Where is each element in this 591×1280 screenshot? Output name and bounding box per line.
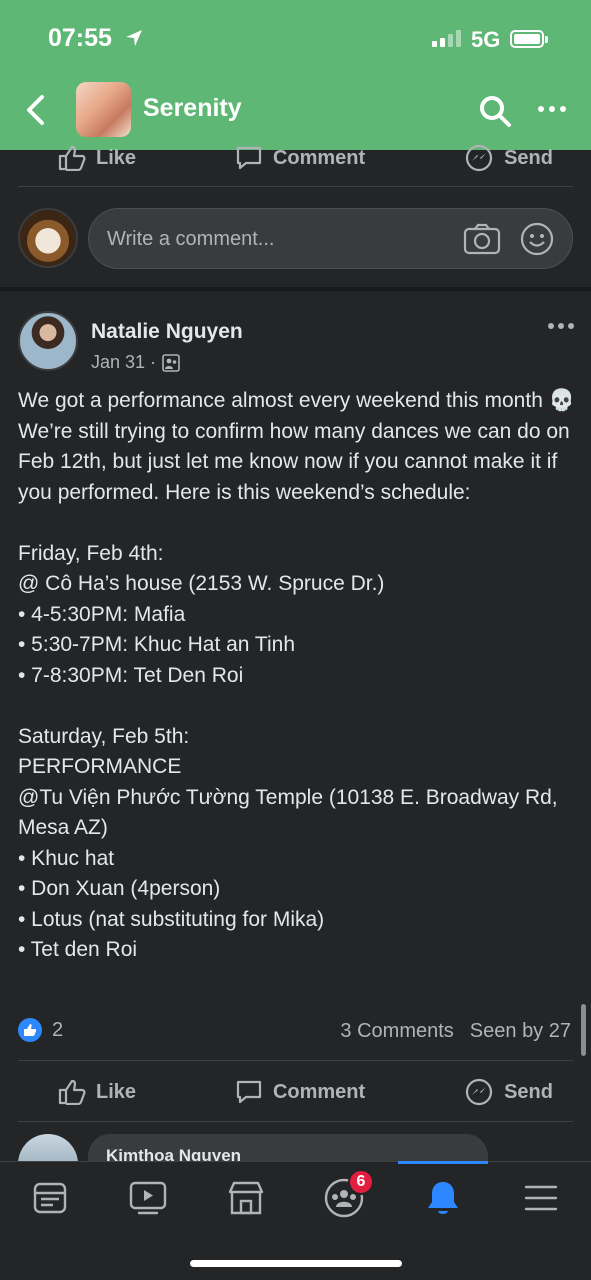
divider: [18, 1121, 573, 1122]
search-icon[interactable]: [478, 94, 512, 128]
video-play-icon: [129, 1181, 167, 1215]
post-stats: 3 Comments Seen by 27: [340, 1020, 571, 1043]
reaction-summary[interactable]: 2: [18, 1018, 63, 1042]
comment-placeholder: Write a comment...: [107, 228, 275, 250]
cellular-signal-icon: [432, 30, 461, 47]
post-actions: Like Comment Send: [18, 1077, 573, 1107]
comment-bubble-icon: [236, 146, 262, 170]
like-label: Like: [96, 1080, 137, 1103]
send-label: Send: [504, 146, 553, 169]
feed-icon: [33, 1182, 67, 1214]
send-button[interactable]: Send: [464, 1077, 553, 1107]
more-options-icon[interactable]: [538, 106, 566, 112]
comment-bubble-icon: [236, 1080, 262, 1104]
send-label: Send: [504, 1080, 553, 1103]
comment-button[interactable]: Comment: [235, 1079, 365, 1105]
seen-by[interactable]: Seen by 27: [470, 1020, 571, 1043]
post-author[interactable]: Natalie Nguyen: [91, 320, 243, 344]
divider: [18, 186, 573, 187]
back-chevron-icon[interactable]: [24, 93, 46, 127]
like-button[interactable]: Like: [58, 145, 136, 171]
like-count: 2: [52, 1018, 64, 1041]
like-label: Like: [96, 146, 137, 169]
author-avatar[interactable]: [18, 311, 78, 371]
status-time: 07:55: [48, 24, 112, 52]
like-reaction-icon: [18, 1018, 42, 1042]
thumbs-up-icon: [58, 1079, 86, 1105]
bell-icon: [428, 1182, 458, 1214]
divider: [18, 1060, 573, 1061]
camera-icon[interactable]: [463, 222, 501, 256]
comment-label: Comment: [272, 1080, 366, 1103]
like-button[interactable]: Like: [58, 1079, 136, 1105]
tab-notifications[interactable]: [421, 1178, 465, 1218]
comment-input[interactable]: Write a comment...: [88, 208, 573, 269]
post-body: We got a performance almost every weeken…: [18, 389, 575, 961]
send-button[interactable]: Send: [464, 143, 553, 173]
network-type: 5G: [471, 27, 501, 52]
scrollbar[interactable]: [581, 1004, 586, 1056]
tab-marketplace[interactable]: [224, 1178, 268, 1218]
tab-watch[interactable]: [126, 1178, 170, 1218]
tab-feed[interactable]: [28, 1178, 72, 1218]
battery-icon: [510, 30, 548, 48]
group-avatar[interactable]: [76, 82, 131, 137]
comments-count[interactable]: 3 Comments: [340, 1020, 453, 1043]
thumbs-up-icon: [58, 145, 86, 171]
notification-badge: 6: [348, 1169, 374, 1195]
post-meta: Jan 31 ·: [91, 352, 180, 373]
top-bar: 07:55 5G Serenity: [0, 0, 591, 150]
hamburger-menu-icon: [524, 1185, 558, 1211]
previous-post-actions: Like Comment Send: [18, 143, 573, 173]
group-members-icon: [162, 353, 180, 372]
messenger-icon: [465, 1078, 493, 1106]
home-indicator: [190, 1260, 402, 1267]
post-date[interactable]: Jan 31 ·: [91, 352, 156, 373]
emoji-icon[interactable]: [519, 221, 555, 257]
marketplace-icon: [228, 1181, 264, 1215]
active-tab-indicator: [398, 1161, 488, 1164]
comment-label: Comment: [272, 146, 366, 169]
post-options-icon[interactable]: [548, 323, 574, 329]
group-title[interactable]: Serenity: [143, 94, 242, 123]
current-user-avatar: [18, 208, 78, 268]
location-arrow-icon: [126, 30, 142, 46]
comment-button[interactable]: Comment: [235, 145, 365, 171]
messenger-icon: [465, 144, 493, 172]
tab-menu[interactable]: [519, 1178, 563, 1218]
